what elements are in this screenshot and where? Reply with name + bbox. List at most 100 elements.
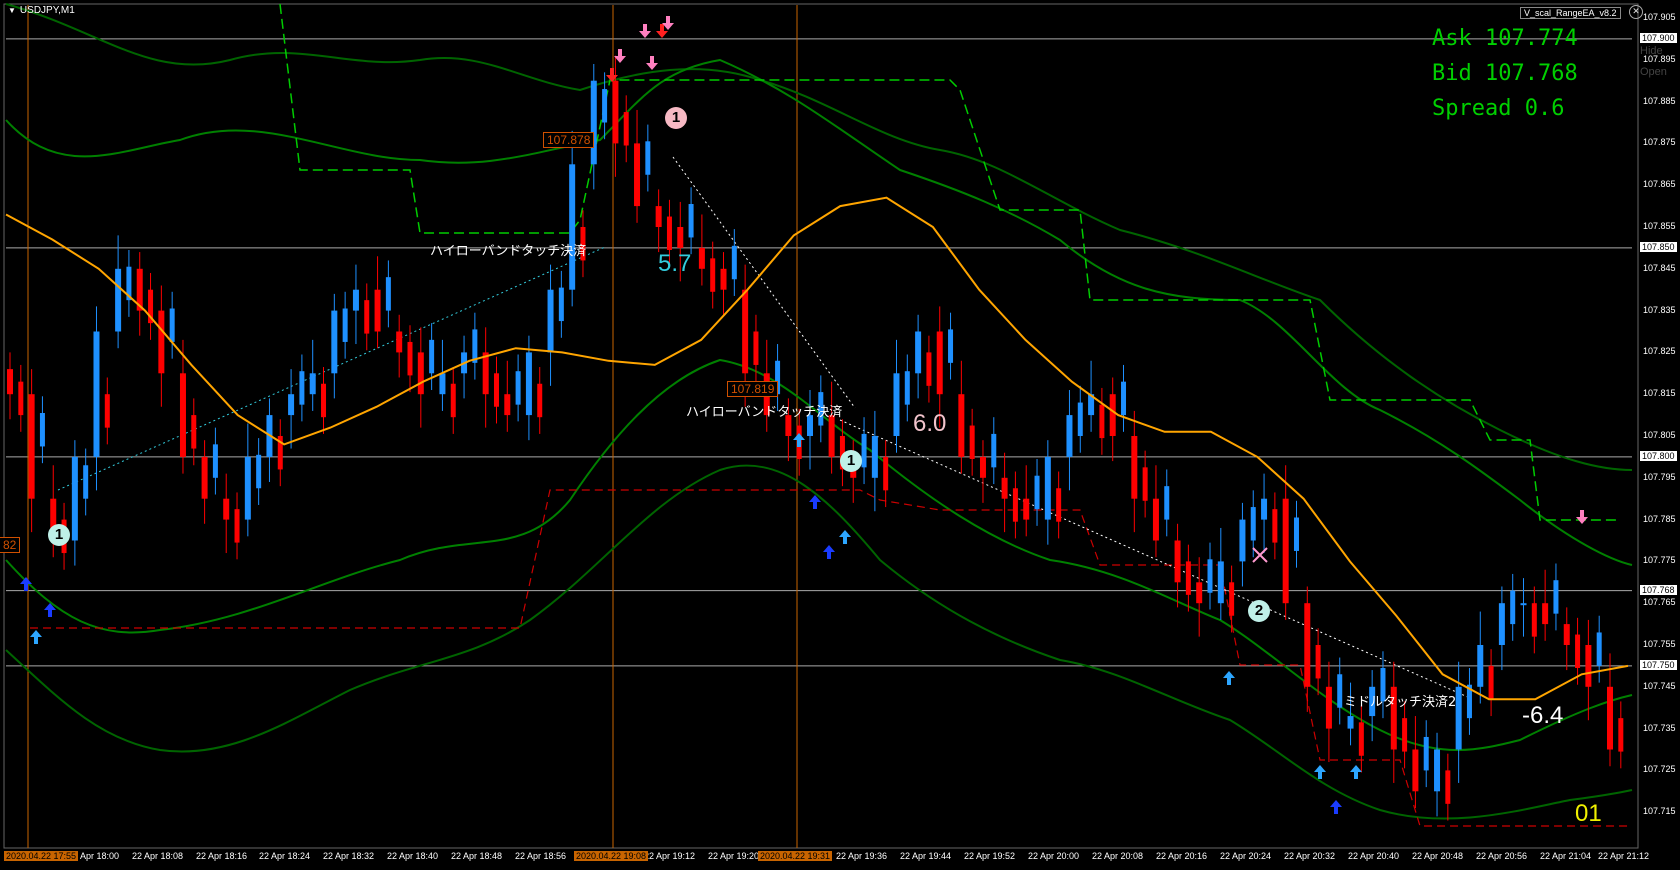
candle — [50, 465, 67, 570]
up-arrow-icon — [30, 630, 42, 644]
candle-body — [429, 339, 435, 374]
candle — [1239, 490, 1256, 587]
candle-body — [1056, 488, 1062, 522]
price-tick-label: 107.795 — [1643, 471, 1676, 482]
candle-body — [1164, 486, 1170, 520]
candle-body — [1477, 645, 1484, 687]
corner-number: 01 — [1575, 800, 1602, 827]
candle — [396, 314, 413, 393]
time-tick-label: 22 Apr 20:24 — [1220, 851, 1272, 861]
candle — [893, 339, 910, 453]
candle-body — [1423, 736, 1429, 771]
candle-body — [352, 289, 359, 311]
candle-body — [969, 425, 975, 459]
close-icon[interactable]: ✕ — [1629, 5, 1643, 19]
candle-body — [1023, 498, 1030, 520]
candle — [698, 214, 716, 309]
candle — [1390, 661, 1408, 783]
candle — [374, 256, 391, 349]
candle-body — [883, 456, 889, 491]
candle-body — [1261, 498, 1268, 520]
candle — [71, 440, 89, 566]
up-arrow-icon — [20, 577, 32, 591]
price-marker-label: 107.800 — [1640, 450, 1677, 461]
candle — [1412, 716, 1429, 809]
price-tick-label: 107.745 — [1643, 680, 1676, 691]
candle-body — [212, 444, 218, 478]
candle — [547, 264, 564, 386]
candle-body — [104, 394, 110, 428]
price-tick-label: 107.855 — [1643, 221, 1676, 231]
triangle-down-icon: ▼ — [8, 6, 16, 15]
candle — [158, 285, 175, 407]
up-arrow-icon — [1223, 671, 1235, 685]
candle-body — [244, 456, 251, 520]
candle-body — [169, 308, 175, 342]
candle — [634, 109, 651, 223]
candle-body — [1434, 749, 1441, 792]
candle — [461, 312, 478, 399]
candle — [612, 55, 629, 177]
candle-body — [634, 143, 641, 207]
time-tick-label: 22 Apr 19:36 — [836, 851, 888, 861]
candle-body — [1196, 582, 1203, 604]
up-arrow-icon — [1350, 765, 1362, 779]
candle-body — [1034, 475, 1040, 510]
candle-body — [321, 383, 327, 418]
candle — [28, 369, 45, 533]
candle-body — [1585, 645, 1592, 687]
range-low-line — [30, 489, 1632, 827]
candle — [871, 410, 889, 512]
candle — [1001, 452, 1018, 539]
price-tag-mid: 107.819 — [727, 381, 779, 397]
candle — [244, 423, 262, 537]
time-tick-label: 22 Apr 19:20 — [708, 851, 760, 861]
candle-body — [1217, 561, 1224, 604]
price-tag-high: 107.878 — [543, 132, 595, 148]
up-arrow-icon — [1330, 800, 1342, 814]
candle-body — [39, 413, 45, 447]
candle-body — [342, 308, 348, 342]
candle — [1607, 653, 1624, 769]
price-marker-label: 107.768 — [1640, 584, 1677, 595]
time-tick-label: 22 Apr 18:40 — [387, 851, 439, 861]
candle-body — [1315, 645, 1321, 679]
price-chart[interactable] — [0, 0, 1680, 870]
candle-body — [18, 381, 24, 416]
candle-body — [1142, 467, 1148, 501]
candle-body — [1445, 770, 1451, 804]
price-tick-label: 107.785 — [1643, 513, 1676, 524]
time-tick-label: 22 Apr 20:16 — [1156, 851, 1208, 861]
time-tick-label: 22 Apr 21:04 — [1540, 851, 1592, 861]
candle — [1477, 611, 1494, 717]
expert-advisor-label[interactable]: V_scal_RangeEA_v8.2 — [1520, 7, 1621, 19]
chart-window[interactable]: ▼ USDJPY,M1 V_scal_RangeEA_v8.2 ✕ Ask 107… — [0, 0, 1680, 870]
candle-body — [612, 80, 619, 144]
candle-body — [1607, 686, 1613, 750]
open-button[interactable]: Open — [1640, 66, 1667, 78]
candle-body — [1239, 519, 1246, 562]
candle-body — [828, 415, 835, 457]
candle — [288, 354, 305, 449]
candle-body — [1553, 580, 1559, 614]
candle-body — [504, 394, 511, 416]
candle — [93, 306, 110, 491]
candle-body — [1293, 517, 1299, 551]
time-tick-label: 22 Apr 19:12 — [644, 851, 696, 861]
candle-body — [299, 371, 305, 405]
time-tick-label: 22 Apr 19:52 — [964, 851, 1016, 861]
candle-body — [288, 394, 295, 416]
candle — [807, 375, 824, 470]
candle-body — [1282, 498, 1289, 604]
candle-body — [439, 373, 446, 395]
symbol-label[interactable]: ▼ USDJPY,M1 — [8, 5, 75, 16]
close-note-high-band-2: ハイローバンドタッチ決済 — [686, 405, 843, 420]
price-tick-label: 107.755 — [1643, 639, 1676, 649]
candle-body — [1099, 404, 1105, 439]
candle-body — [374, 289, 381, 332]
candle — [1196, 542, 1213, 637]
time-tick-label: 22 Apr 20:00 — [1028, 851, 1080, 861]
up-arrow-icon — [839, 530, 851, 544]
candle-body — [115, 268, 122, 332]
bid-quote: Bid 107.768 — [1432, 61, 1578, 86]
